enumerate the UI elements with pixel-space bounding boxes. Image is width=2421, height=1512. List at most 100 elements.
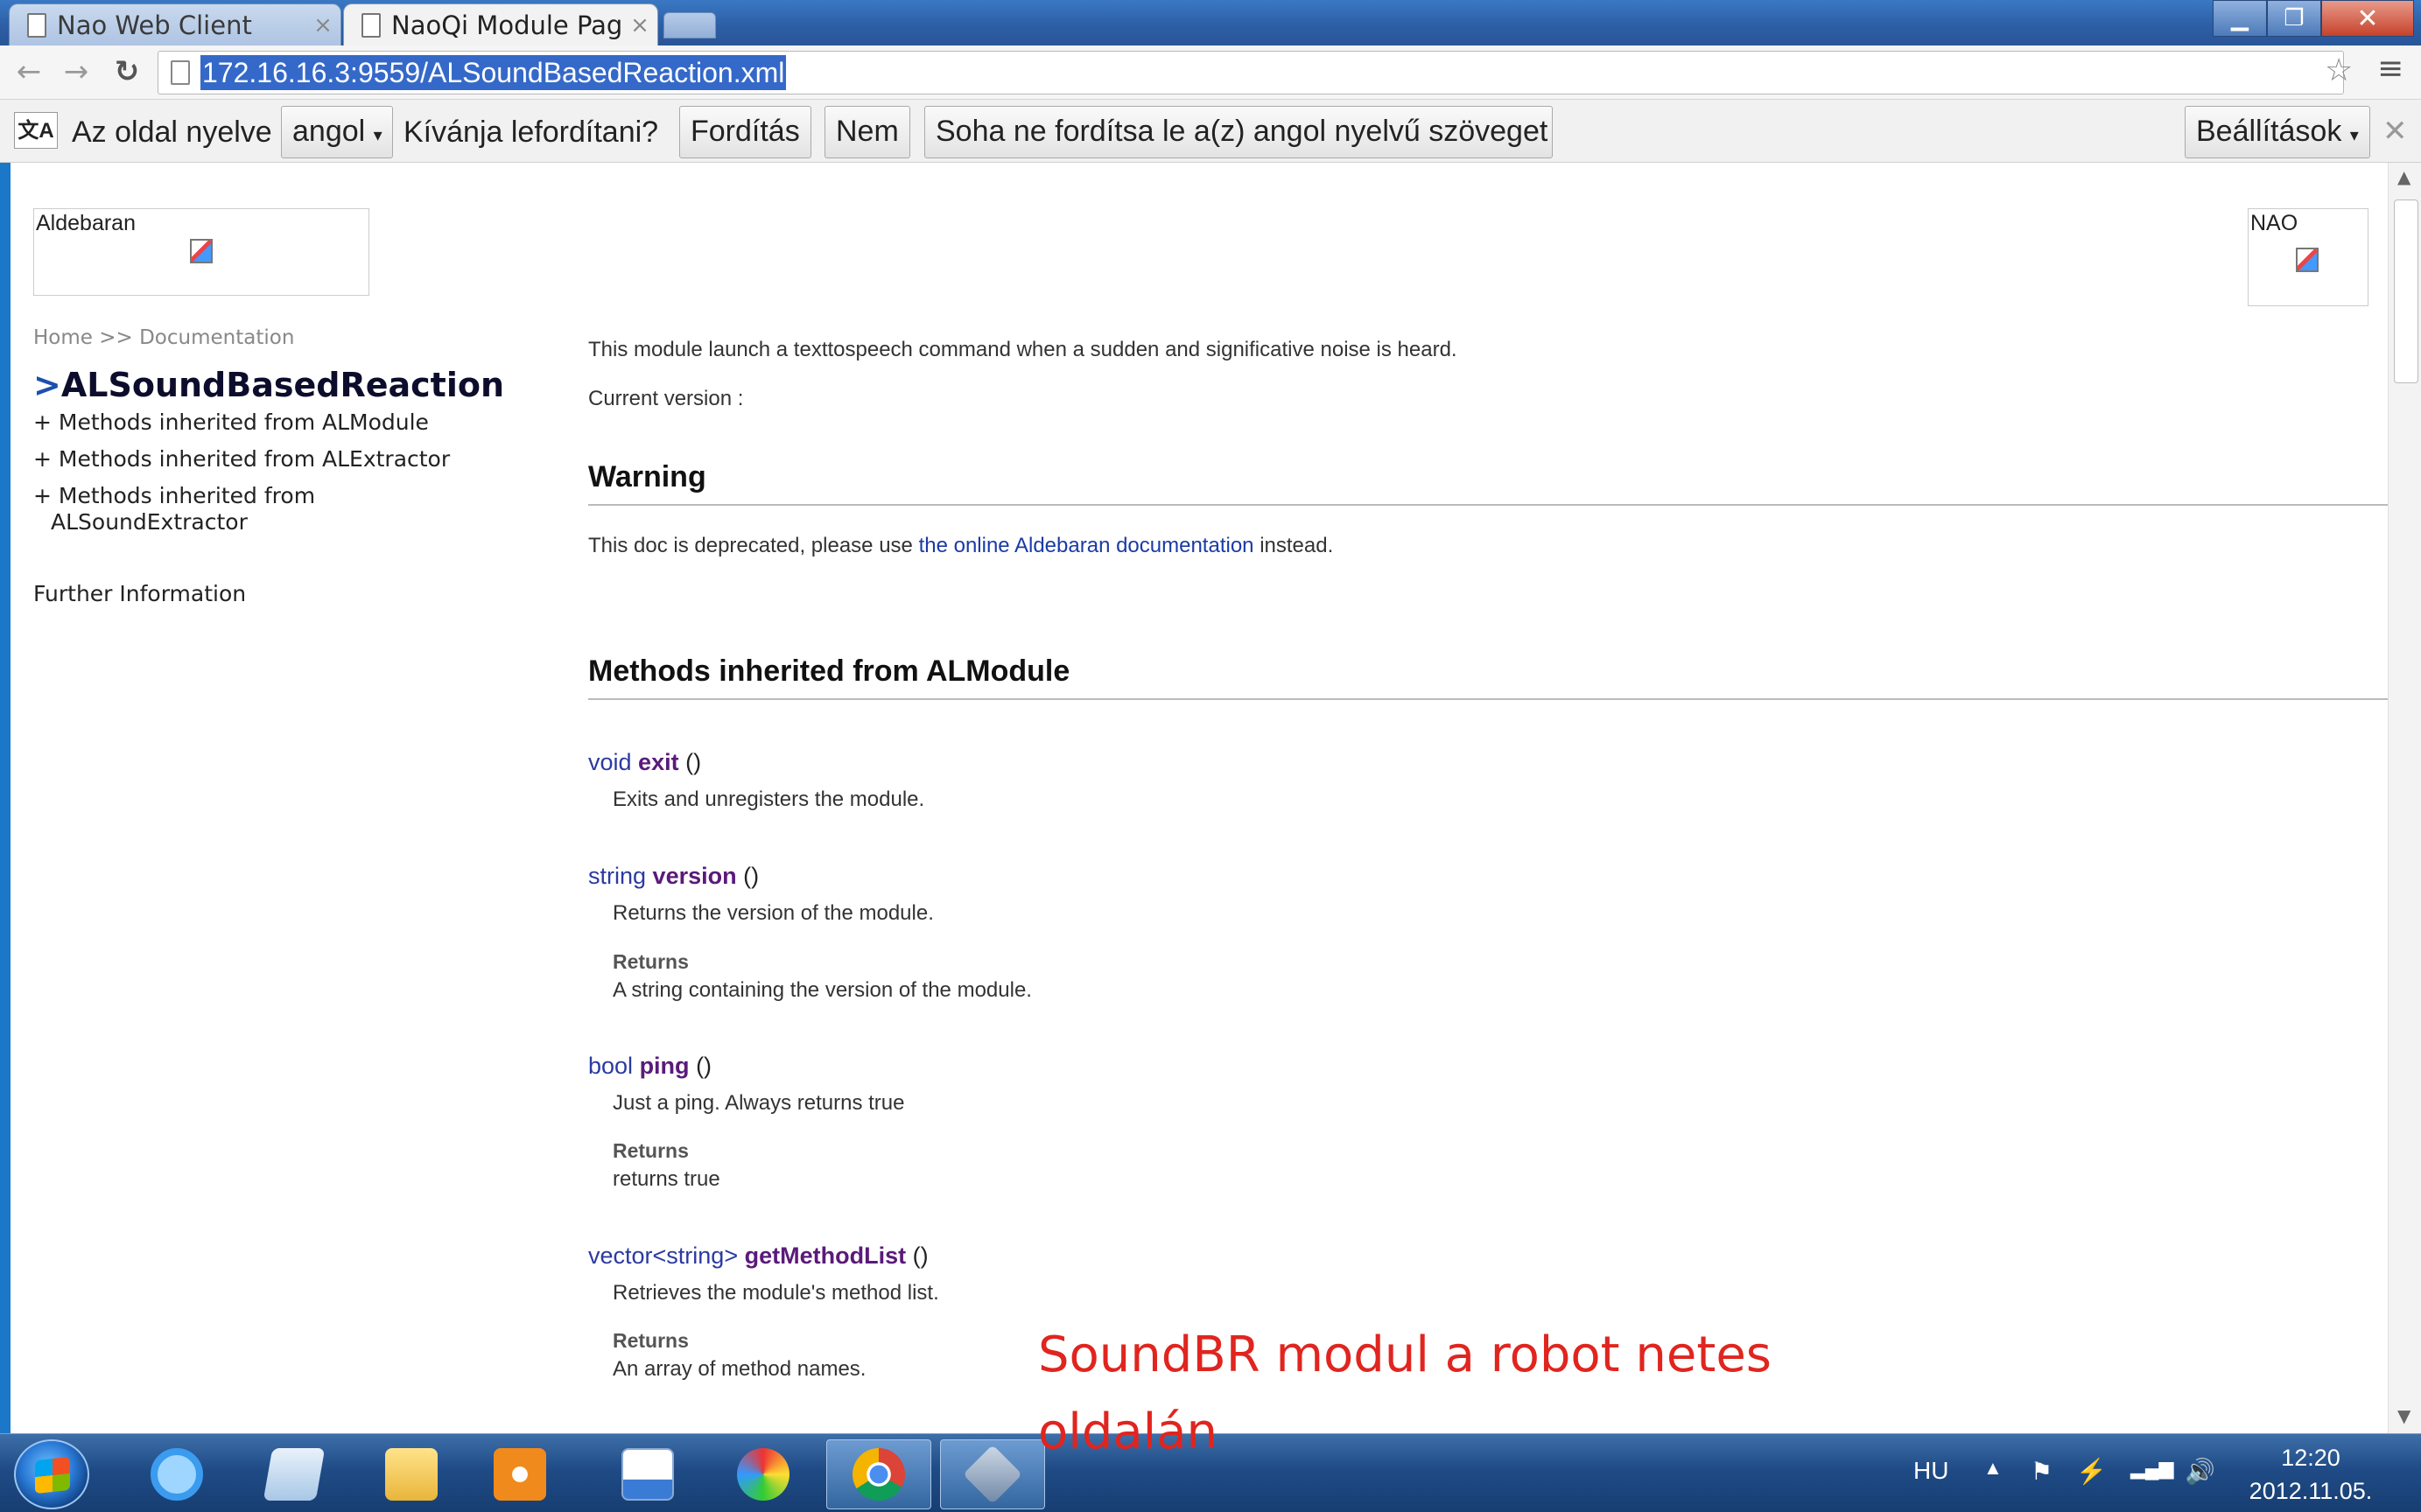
- online-docs-link[interactable]: the online Aldebaran documentation: [919, 534, 1254, 557]
- maximize-button[interactable]: ❐: [2267, 0, 2321, 37]
- sidebar-item-alsoundextractor[interactable]: + Methods inherited from: [33, 483, 315, 509]
- sidebar-item-alsoundextractor-cont[interactable]: ALSoundExtractor: [51, 509, 248, 536]
- chrome-icon: [853, 1448, 905, 1501]
- action-center-flag-icon[interactable]: ⚑: [2031, 1457, 2053, 1486]
- volume-icon[interactable]: 🔊: [2185, 1457, 2215, 1486]
- close-icon[interactable]: ✕: [2382, 114, 2408, 149]
- method-signature: vector<string> getMethodList (): [588, 1242, 929, 1270]
- translate-bar: 文A Az oldal nyelve angol ▾ Kívánja lefor…: [0, 100, 2421, 163]
- translate-icon: 文A: [14, 112, 58, 149]
- window-controls: ▁ ❐ ✕: [2213, 0, 2414, 37]
- browser-toolbar: ← → ↻ 172.16.16.3:9559/ALSoundBasedReact…: [0, 46, 2421, 100]
- forward-icon[interactable]: →: [54, 54, 98, 89]
- method-signature: void exit (): [588, 749, 701, 776]
- translate-button[interactable]: Fordítás: [679, 106, 811, 158]
- method-name[interactable]: getMethodList: [745, 1242, 906, 1269]
- menu-icon[interactable]: ≡: [2377, 51, 2403, 87]
- paint-icon: [737, 1448, 789, 1501]
- logo-text: NAO: [2250, 211, 2298, 235]
- clock-date: 2012.11.05.: [2249, 1478, 2373, 1504]
- taskbar-explorer[interactable]: [359, 1439, 464, 1509]
- annotation-caption-line2: oldalán: [1038, 1404, 1218, 1460]
- breadcrumb[interactable]: Home >> Documentation: [33, 326, 294, 349]
- sidebar-item-almodule[interactable]: + Methods inherited from ALModule: [33, 410, 429, 436]
- title-bar: Nao Web Client × NaoQi Module Page × ▁ ❐…: [0, 0, 2421, 46]
- method-params: (): [912, 1242, 929, 1269]
- url-text[interactable]: 172.16.16.3:9559/ALSoundBasedReaction.xm…: [200, 55, 787, 90]
- network-signal-icon[interactable]: ▂▄▆: [2130, 1457, 2173, 1480]
- method-name[interactable]: ping: [640, 1053, 690, 1079]
- scroll-down-icon[interactable]: ▼: [2397, 1405, 2410, 1426]
- close-window-button[interactable]: ✕: [2321, 0, 2414, 37]
- settings-button[interactable]: Beállítások ▾: [2185, 106, 2370, 158]
- clock-time: 12:20: [2281, 1445, 2340, 1471]
- folder-icon: [385, 1448, 438, 1501]
- close-tab-icon[interactable]: ×: [622, 12, 657, 38]
- method-name[interactable]: exit: [638, 749, 679, 775]
- scrollbar-thumb[interactable]: [2394, 200, 2418, 383]
- module-name: ALSoundBasedReaction: [60, 366, 504, 404]
- bookmark-star-icon[interactable]: ☆: [2325, 52, 2353, 88]
- window-edge: [0, 163, 11, 1433]
- taskbar-paint[interactable]: [711, 1439, 816, 1509]
- tab-nao-web-client[interactable]: Nao Web Client ×: [9, 4, 341, 46]
- method-description: Exits and unregisters the module.: [613, 788, 925, 811]
- method-params: (): [685, 749, 702, 775]
- system-clock[interactable]: 12:20 2012.11.05.: [2241, 1441, 2381, 1508]
- method-signature: string version (): [588, 863, 759, 890]
- returns-label: Returns: [613, 950, 689, 973]
- returns-value: An array of method names.: [613, 1357, 867, 1381]
- returns-label: Returns: [613, 1139, 689, 1162]
- minimize-button[interactable]: ▁: [2213, 0, 2267, 37]
- start-button[interactable]: [14, 1439, 89, 1509]
- warning-text: This doc is deprecated, please use the o…: [588, 534, 1333, 558]
- warning-text-pre: This doc is deprecated, please use: [588, 534, 913, 557]
- reload-icon[interactable]: ↻: [105, 54, 149, 89]
- tab-naoqi-module-page[interactable]: NaoQi Module Page ×: [343, 4, 658, 46]
- page-icon: [171, 60, 190, 85]
- method-signature: bool ping (): [588, 1053, 712, 1080]
- logo-nao: NAO: [2248, 208, 2368, 306]
- logo-text: Aldebaran: [36, 211, 136, 235]
- page-language-label: Az oldal nyelve: [72, 116, 272, 149]
- taskbar-notepad[interactable]: [242, 1439, 347, 1509]
- taskbar-virtualbox[interactable]: [940, 1439, 1045, 1509]
- page-icon: [27, 12, 46, 38]
- new-tab-button[interactable]: [663, 12, 716, 38]
- taskbar-internet-explorer[interactable]: [124, 1439, 229, 1509]
- show-hidden-icons[interactable]: ▲: [1983, 1457, 2003, 1480]
- annotation-caption-line1: SoundBR modul a robot netes: [1038, 1326, 1772, 1383]
- broken-image-icon: [190, 239, 213, 263]
- taskbar-media-player[interactable]: [467, 1439, 572, 1509]
- divider: [588, 698, 2388, 700]
- returns-value: A string containing the version of the m…: [613, 978, 1032, 1002]
- language-indicator[interactable]: HU: [1913, 1457, 1948, 1485]
- current-version: Current version :: [588, 387, 744, 410]
- taskbar-chrome[interactable]: [826, 1439, 931, 1509]
- never-translate-button[interactable]: Soha ne fordítsa le a(z) angol nyelvű sz…: [924, 106, 1553, 158]
- scroll-up-icon[interactable]: ▲: [2397, 166, 2410, 187]
- sidebar-item-further-info[interactable]: Further Information: [33, 581, 246, 607]
- tab-label: Nao Web Client: [57, 10, 252, 40]
- logo-aldebaran: Aldebaran: [33, 208, 369, 296]
- returns-label: Returns: [613, 1329, 689, 1352]
- language-value: angol: [292, 115, 366, 148]
- method-description: Retrieves the module's method list.: [613, 1281, 939, 1305]
- module-intro: This module launch a texttospeech comman…: [588, 338, 1457, 361]
- translate-question: Kívánja lefordítani?: [404, 116, 659, 149]
- sidebar-item-alextractor[interactable]: + Methods inherited from ALExtractor: [33, 446, 450, 472]
- taskbar-wordpad[interactable]: [595, 1439, 700, 1509]
- power-plug-icon[interactable]: ⚡: [2076, 1457, 2107, 1486]
- notepad-icon: [263, 1448, 326, 1501]
- method-name[interactable]: version: [653, 863, 737, 889]
- address-bar[interactable]: 172.16.16.3:9559/ALSoundBasedReaction.xm…: [158, 51, 2344, 94]
- chevron-down-icon: ▾: [2349, 126, 2359, 145]
- close-tab-icon[interactable]: ×: [305, 12, 340, 38]
- no-button[interactable]: Nem: [825, 106, 910, 158]
- settings-label: Beállítások: [2196, 115, 2342, 148]
- windows-logo-icon: [35, 1456, 70, 1494]
- language-select[interactable]: angol ▾: [281, 106, 393, 158]
- vertical-scrollbar[interactable]: ▲ ▼: [2388, 163, 2421, 1433]
- page-icon: [361, 12, 381, 38]
- back-icon[interactable]: ←: [7, 54, 51, 89]
